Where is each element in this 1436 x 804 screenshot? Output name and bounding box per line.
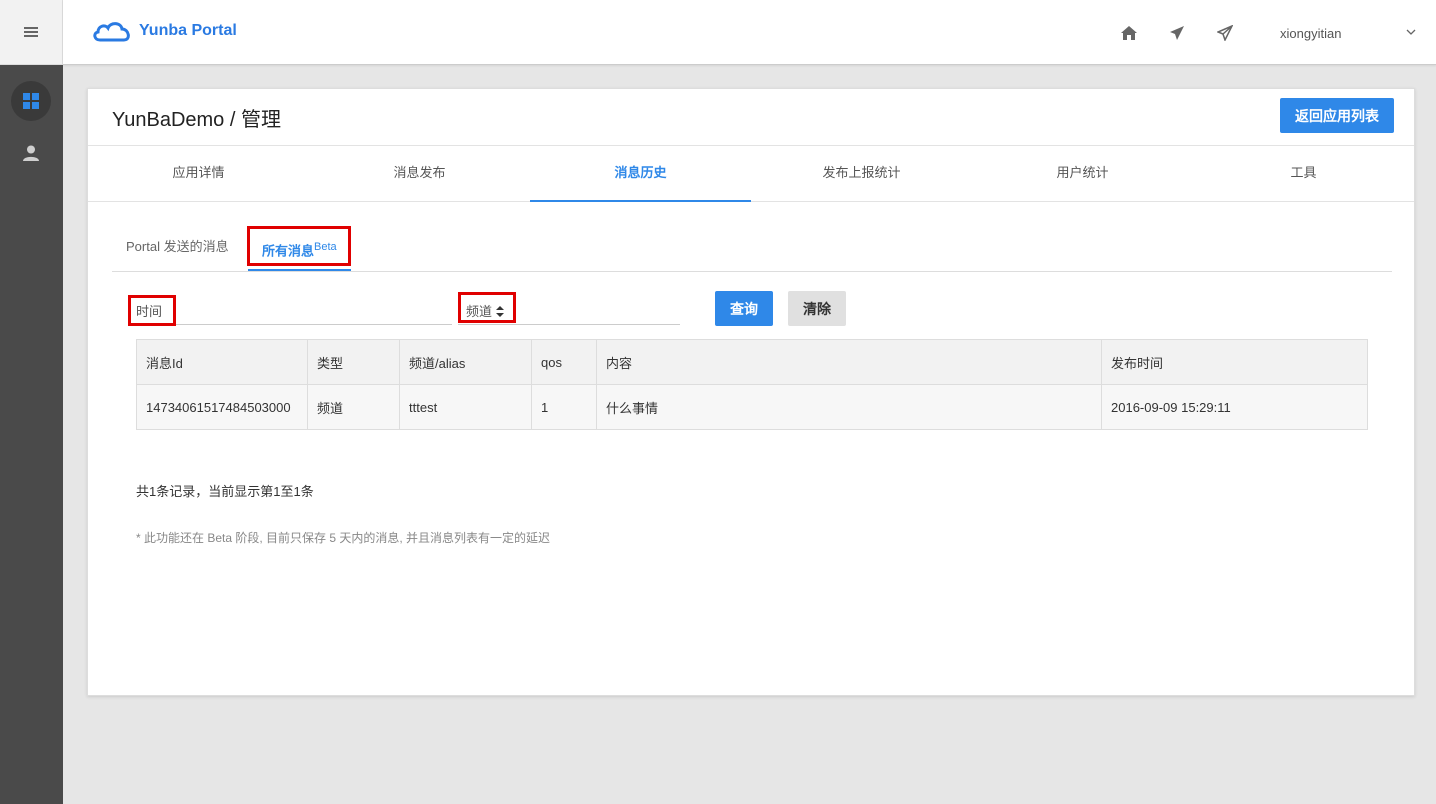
col-content: 内容 [596, 339, 1102, 385]
cell-qos: 1 [531, 384, 597, 430]
col-publish-time: 发布时间 [1101, 339, 1368, 385]
cell-content: 什么事情 [596, 384, 1102, 430]
sort-icon [495, 306, 504, 317]
col-qos: qos [531, 339, 597, 385]
page-title: YunBaDemo / 管理 [112, 109, 281, 131]
cell-type: 频道 [307, 384, 400, 430]
menu-icon[interactable] [24, 27, 38, 37]
cell-channel-alias: tttest [399, 384, 532, 430]
cloud-icon [93, 22, 130, 42]
username[interactable]: xiongyitian [1280, 26, 1341, 41]
clear-button[interactable]: 清除 [788, 291, 846, 326]
logo-text: Yunba Portal [139, 22, 237, 39]
dashboard-icon[interactable] [11, 81, 51, 121]
beta-badge: Beta [314, 241, 337, 253]
sidebar [0, 0, 63, 804]
time-label: 时间 [136, 304, 163, 319]
query-button[interactable]: 查询 [715, 291, 773, 326]
subtab-portal-messages[interactable]: Portal 发送的消息 [126, 223, 229, 271]
message-table: 消息Id 类型 频道/alias qos 内容 发布时间 14734061517… [136, 339, 1368, 430]
beta-note: * 此功能还在 Beta 阶段, 目前只保存 5 天内的消息, 并且消息列表有一… [136, 531, 551, 545]
tab-publish-stats[interactable]: 发布上报统计 [751, 146, 972, 201]
back-to-app-list-button[interactable]: 返回应用列表 [1280, 98, 1394, 133]
subtab-all-label: 所有消息 [262, 243, 315, 259]
sub-tabs: Portal 发送的消息 所有消息Beta [112, 223, 1392, 272]
main-tabs: 应用详情 消息发布 消息历史 发布上报统计 用户统计 工具 [88, 145, 1414, 202]
table-row[interactable]: 14734061517484503000 频道 tttest 1 什么事情 20… [136, 384, 1368, 430]
table-header-row: 消息Id 类型 频道/alias qos 内容 发布时间 [136, 339, 1368, 385]
send-icon[interactable] [1168, 24, 1186, 42]
tab-tools[interactable]: 工具 [1193, 146, 1414, 201]
channel-field[interactable]: 频道 [458, 295, 680, 325]
logo[interactable]: Yunba Portal [91, 20, 237, 42]
user-icon[interactable] [11, 133, 51, 173]
tab-app-details[interactable]: 应用详情 [88, 146, 309, 201]
main-card: YunBaDemo / 管理 返回应用列表 应用详情 消息发布 消息历史 发布上… [87, 88, 1415, 696]
col-channel-alias: 频道/alias [399, 339, 532, 385]
col-type: 类型 [307, 339, 400, 385]
tab-message-history[interactable]: 消息历史 [530, 146, 751, 202]
tab-message-publish[interactable]: 消息发布 [309, 146, 530, 201]
record-summary: 共1条记录，当前显示第1至1条 [136, 484, 314, 499]
cell-message-id: 14734061517484503000 [136, 384, 308, 430]
col-message-id: 消息Id [136, 339, 308, 385]
channel-label: 频道 [466, 301, 504, 320]
sidebar-toggle-area [0, 0, 63, 65]
tab-user-stats[interactable]: 用户统计 [972, 146, 1193, 201]
home-icon[interactable] [1120, 24, 1138, 42]
send-outline-icon[interactable] [1216, 24, 1234, 42]
cell-publish-time: 2016-09-09 15:29:11 [1101, 384, 1368, 430]
chevron-down-icon[interactable] [1405, 26, 1417, 38]
time-field[interactable]: 时间 [128, 295, 452, 325]
channel-label-text: 频道 [466, 304, 493, 319]
subtab-all-messages[interactable]: 所有消息Beta [248, 223, 351, 271]
top-header: Yunba Portal xiongyitian [63, 0, 1436, 65]
